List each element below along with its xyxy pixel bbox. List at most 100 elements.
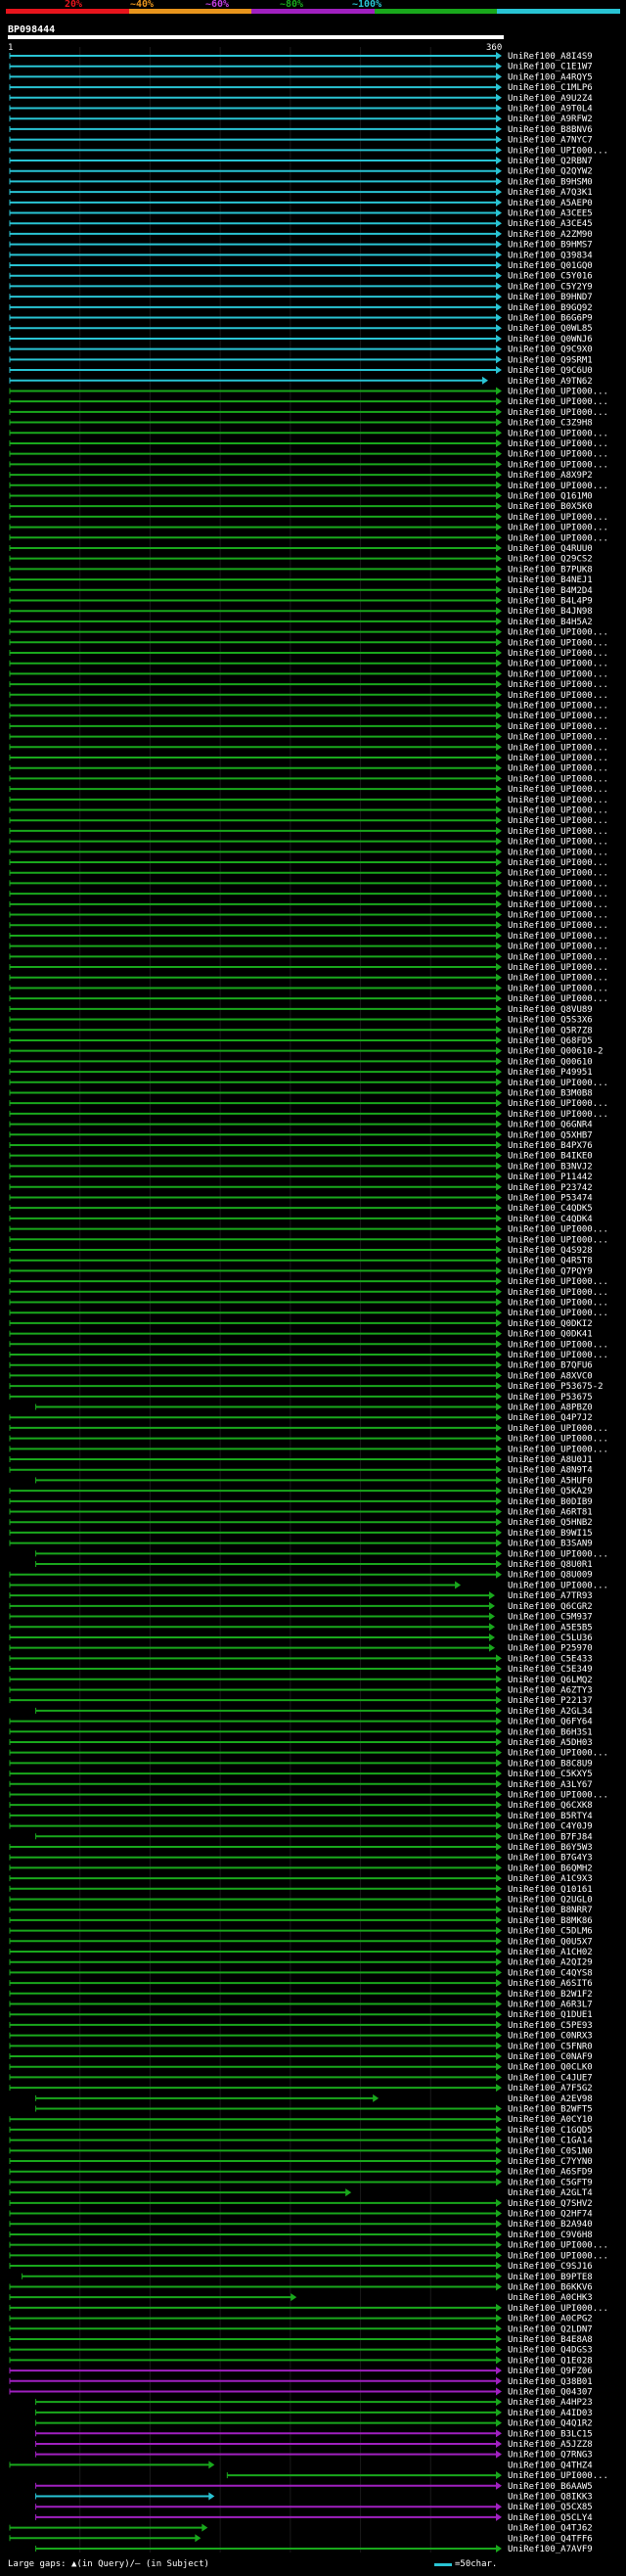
hit-label: UniRef100_A2QI29 xyxy=(508,1958,593,1968)
hit-label: UniRef100_B9WI15 xyxy=(508,1529,593,1539)
hit-end-arrow xyxy=(496,973,502,982)
hit-label: UniRef100_B7G4Y3 xyxy=(508,1854,593,1863)
hit-label: UniRef100_A9RFW2 xyxy=(508,115,593,124)
hit-end-arrow xyxy=(496,1099,502,1108)
hit-label: UniRef100_UPI000... xyxy=(508,890,608,899)
hit-end-arrow xyxy=(496,1140,502,1149)
hit-label: UniRef100_UPI000... xyxy=(508,932,608,942)
hit-label: UniRef100_B4H5A2 xyxy=(508,618,593,627)
hit-label: UniRef100_C4QYS8 xyxy=(508,1968,593,1978)
hit-end-arrow xyxy=(496,2439,502,2448)
hit-label: UniRef100_UPI000... xyxy=(508,1235,608,1245)
hit-label: UniRef100_A6RT81 xyxy=(508,1508,593,1518)
hit-end-arrow xyxy=(496,2020,502,2029)
hit-label: UniRef100_A1C9X3 xyxy=(508,1874,593,1884)
hit-end-arrow xyxy=(496,1937,502,1946)
hit-label: UniRef100_A9U2Z4 xyxy=(508,94,593,104)
hit-label: UniRef100_Q00610-2 xyxy=(508,1047,604,1057)
hit-label: UniRef100_C1GA14 xyxy=(508,2137,593,2146)
hit-label: UniRef100_UPI000... xyxy=(508,1277,608,1287)
hit-end-arrow xyxy=(496,1665,502,1674)
hit-end-arrow xyxy=(496,471,502,480)
hit-label: UniRef100_UPI000... xyxy=(508,816,608,826)
hit-label: UniRef100_B0X5K0 xyxy=(508,502,593,512)
hit-label: UniRef100_B4PX76 xyxy=(508,1141,593,1151)
hit-end-arrow xyxy=(496,1403,502,1411)
hit-end-arrow xyxy=(496,1842,502,1851)
hit-end-arrow xyxy=(489,1591,496,1600)
hit-label: UniRef100_UPI000... xyxy=(508,1445,608,1454)
hit-label: UniRef100_Q0DK41 xyxy=(508,1330,593,1340)
hit-label: UniRef100_UPI000... xyxy=(508,146,608,156)
hit-label: UniRef100_UPI000... xyxy=(508,921,608,931)
hit-end-arrow xyxy=(496,858,502,867)
hit-end-arrow xyxy=(496,1487,502,1495)
hit-label: UniRef100_UPI000... xyxy=(508,439,608,449)
hit-label: UniRef100_Q29CS2 xyxy=(508,555,593,565)
hit-label: UniRef100_B3M0B8 xyxy=(508,1088,593,1098)
hit-label: UniRef100_C9V6H8 xyxy=(508,2231,593,2240)
hit-label: UniRef100_C5DLM6 xyxy=(508,1927,593,1937)
hit-end-arrow xyxy=(496,1277,502,1286)
hit-end-arrow xyxy=(496,617,502,625)
hit-end-arrow xyxy=(496,2157,502,2166)
hit-label: UniRef100_Q5CX85 xyxy=(508,2503,593,2512)
hit-label: UniRef100_UPI000... xyxy=(508,900,608,910)
hit-label: UniRef100_P49951 xyxy=(508,1068,593,1078)
scale-swatch xyxy=(434,2563,452,2566)
hit-label: UniRef100_B4L4P9 xyxy=(508,596,593,606)
hit-end-arrow xyxy=(496,721,502,730)
hit-end-arrow xyxy=(496,1821,502,1830)
hit-label: UniRef100_A5DH03 xyxy=(508,1738,593,1748)
hit-label: UniRef100_UPI000... xyxy=(508,2251,608,2261)
hit-end-arrow xyxy=(496,1026,502,1035)
hit-end-arrow xyxy=(496,1434,502,1443)
hit-label: UniRef100_Q2QYW2 xyxy=(508,167,593,177)
hit-end-arrow xyxy=(496,1130,502,1139)
hit-label: UniRef100_A3CEE5 xyxy=(508,209,593,219)
hit-end-arrow xyxy=(496,837,502,846)
hit-label: UniRef100_A6ZTY3 xyxy=(508,1685,593,1695)
hit-end-arrow xyxy=(496,1298,502,1307)
hit-label: UniRef100_UPI000... xyxy=(508,638,608,648)
hit-end-arrow xyxy=(496,1968,502,1977)
hit-label: UniRef100_C5Y2Y9 xyxy=(508,282,593,292)
hit-label: UniRef100_B3SAN9 xyxy=(508,1540,593,1549)
hit-label: UniRef100_UPI000... xyxy=(508,764,608,774)
hit-label: UniRef100_Q6LMQ2 xyxy=(508,1676,593,1685)
hit-end-arrow xyxy=(496,1465,502,1474)
hit-label: UniRef100_B4NEJ1 xyxy=(508,575,593,585)
hit-end-arrow xyxy=(496,1309,502,1317)
hit-end-arrow xyxy=(496,816,502,825)
hit-label: UniRef100_Q6CGR2 xyxy=(508,1602,593,1612)
hit-end-arrow xyxy=(496,93,502,102)
hit-label: UniRef100_A0CY10 xyxy=(508,2115,593,2125)
hit-end-arrow xyxy=(195,2534,201,2543)
hit-label: UniRef100_A7F5G2 xyxy=(508,2084,593,2093)
hit-label: UniRef100_A0CHK3 xyxy=(508,2293,593,2303)
hit-label: UniRef100_P25970 xyxy=(508,1644,593,1654)
hit-label: UniRef100_UPI000... xyxy=(508,963,608,973)
hit-end-arrow xyxy=(496,1068,502,1077)
hit-end-arrow xyxy=(496,2272,502,2280)
hit-end-arrow xyxy=(496,1078,502,1086)
hit-label: UniRef100_C0NAF9 xyxy=(508,2052,593,2062)
hit-label: UniRef100_Q9C6U0 xyxy=(508,366,593,376)
hit-label: UniRef100_Q4RUU0 xyxy=(508,544,593,554)
hit-end-arrow xyxy=(496,1906,502,1914)
hit-end-arrow xyxy=(496,1329,502,1338)
hit-end-arrow xyxy=(496,523,502,531)
hit-label: UniRef100_UPI000... xyxy=(508,1790,608,1800)
hit-label: UniRef100_C1GQD5 xyxy=(508,2126,593,2136)
hit-end-arrow xyxy=(496,282,502,291)
hit-end-arrow xyxy=(496,219,502,228)
hit-label: UniRef100_UPI000... xyxy=(508,533,608,543)
hit-label: UniRef100_P53474 xyxy=(508,1193,593,1203)
hit-end-arrow xyxy=(496,879,502,888)
hit-end-arrow xyxy=(496,460,502,469)
hit-label: UniRef100_UPI000... xyxy=(508,848,608,857)
hit-label: UniRef100_Q9SRM1 xyxy=(508,355,593,365)
hit-label: UniRef100_UPI000... xyxy=(508,1351,608,1360)
hit-end-arrow xyxy=(496,1696,502,1705)
hit-label: UniRef100_UPI000... xyxy=(508,702,608,712)
